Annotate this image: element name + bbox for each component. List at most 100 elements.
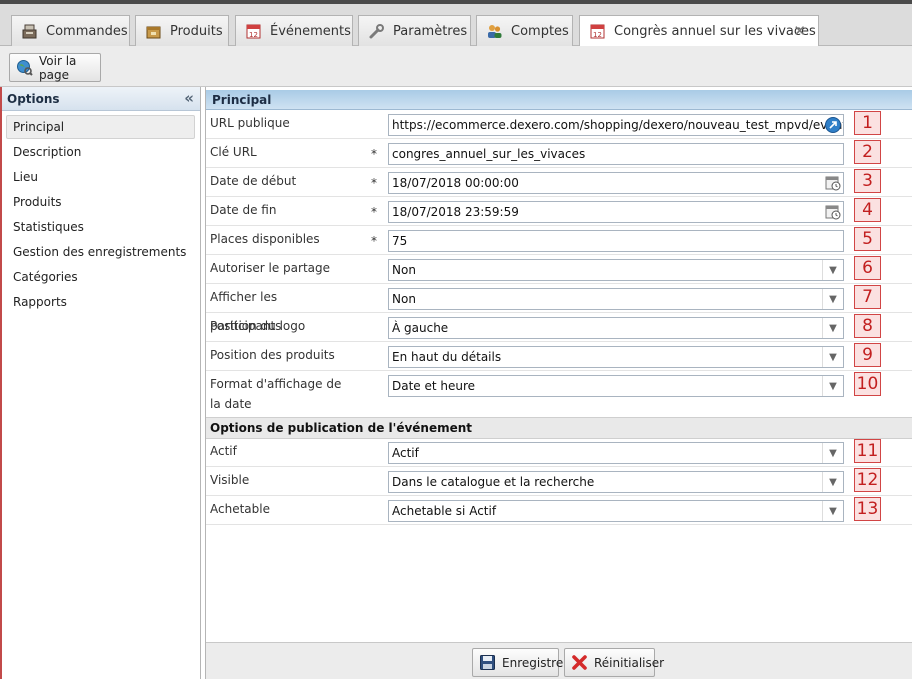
field-label: Date de fin: [210, 203, 277, 217]
format-date-select[interactable]: Date et heure ▼: [388, 375, 844, 397]
marker-number: 10: [854, 372, 881, 396]
marker-number: 7: [854, 285, 881, 309]
actif-select[interactable]: Actif ▼: [388, 442, 844, 464]
url-publique-field[interactable]: https://ecommerce.dexero.com/shopping/de…: [388, 114, 844, 136]
field-label: Autoriser le partage: [210, 261, 331, 275]
main-panel: Principal URL publique https://ecommerce…: [205, 87, 912, 679]
field-value: Achetable si Actif: [392, 504, 497, 518]
marker-number: 5: [854, 227, 881, 251]
sidebar-item-gestion-enregistrements[interactable]: Gestion des enregistrements: [2, 239, 200, 264]
section-publication-header: Options de publication de l'événement: [206, 417, 912, 439]
marker-number: 4: [854, 198, 881, 222]
field-value: Non: [392, 263, 416, 277]
chevron-down-icon[interactable]: ▼: [822, 318, 843, 338]
tab-commandes[interactable]: Commandes: [11, 15, 130, 46]
wrench-icon: [369, 23, 384, 38]
achetable-select[interactable]: Achetable si Actif ▼: [388, 500, 844, 522]
field-label: Position des produits: [210, 348, 335, 362]
calendar-icon: 12: [590, 24, 605, 39]
field-label: Position du logo: [210, 319, 306, 333]
field-row-actif: Actif Actif ▼ 11: [206, 438, 912, 467]
field-row-position-produits: Position des produits En haut du détails…: [206, 342, 912, 371]
field-row-autoriser-partage: Autoriser le partage Non ▼ 6: [206, 255, 912, 284]
tab-parametres[interactable]: Paramètres: [358, 15, 471, 46]
marker-number: 2: [854, 140, 881, 164]
field-label: Actif: [210, 444, 237, 458]
calendar-picker-icon[interactable]: [824, 174, 842, 192]
red-x-icon: [572, 655, 587, 670]
globe-icon: [17, 60, 33, 76]
sidebar-item-lieu[interactable]: Lieu: [2, 164, 200, 189]
go-link-icon[interactable]: [824, 116, 842, 134]
sidebar-item-produits[interactable]: Produits: [2, 189, 200, 214]
autoriser-partage-select[interactable]: Non ▼: [388, 259, 844, 281]
field-value: https://ecommerce.dexero.com/shopping/de…: [392, 118, 844, 132]
field-value: Actif: [392, 446, 419, 460]
toolbar: Voir la page: [0, 46, 912, 87]
calendar-picker-icon[interactable]: [824, 203, 842, 221]
field-label: URL publique: [210, 116, 290, 130]
sidebar-item-categories[interactable]: Catégories: [2, 264, 200, 289]
tab-produits[interactable]: Produits: [135, 15, 229, 46]
afficher-participants-select[interactable]: Non ▼: [388, 288, 844, 310]
box-icon: [146, 26, 161, 38]
tab-bar: Commandes Produits 12 Événements Paramèt…: [0, 4, 912, 47]
floppy-disk-icon: [480, 655, 495, 670]
view-page-button[interactable]: Voir la page: [9, 53, 101, 82]
required-marker: *: [371, 205, 377, 219]
sidebar-item-description[interactable]: Description: [2, 139, 200, 164]
tab-congres[interactable]: 12 Congrès annuel sur les vivaces ✕: [579, 15, 819, 47]
cle-url-input[interactable]: congres_annuel_sur_les_vivaces: [388, 143, 844, 165]
sidebar-item-principal[interactable]: Principal: [6, 115, 195, 139]
chevron-down-icon[interactable]: ▼: [822, 501, 843, 521]
field-value: 75: [392, 234, 408, 248]
chevron-down-icon[interactable]: ▼: [822, 443, 843, 463]
chevron-down-icon[interactable]: ▼: [822, 347, 843, 367]
date-debut-input[interactable]: 18/07/2018 00:00:00: [388, 172, 844, 194]
sidebar-item-rapports[interactable]: Rapports: [2, 289, 200, 314]
field-row-date-fin: Date de fin * 18/07/2018 23:59:59 4: [206, 197, 912, 226]
users-icon: [488, 24, 502, 38]
chevron-down-icon[interactable]: ▼: [822, 376, 843, 396]
tab-label: Commandes: [46, 23, 128, 39]
field-row-format-date: Format d'affichage de la date Date et he…: [206, 371, 912, 420]
marker-number: 11: [854, 439, 881, 463]
marker-number: 12: [854, 468, 881, 492]
reset-label: Réinitialiser: [594, 655, 665, 670]
chevron-down-icon[interactable]: ▼: [822, 260, 843, 280]
tab-label: Événements: [270, 23, 351, 39]
reset-button[interactable]: Réinitialiser: [564, 648, 664, 677]
tab-label: Paramètres: [393, 23, 468, 39]
save-label: Enregistrer: [502, 655, 569, 670]
field-row-position-logo: Position du logo À gauche ▼ 8: [206, 313, 912, 342]
tab-label: Produits: [170, 23, 223, 39]
marker-number: 3: [854, 169, 881, 193]
marker-number: 1: [854, 111, 881, 135]
field-row-places-disponibles: Places disponibles * 75 5: [206, 226, 912, 255]
position-produits-select[interactable]: En haut du détails ▼: [388, 346, 844, 368]
tab-comptes[interactable]: Comptes: [476, 15, 573, 46]
field-value: 18/07/2018 00:00:00: [392, 176, 519, 190]
position-logo-select[interactable]: À gauche ▼: [388, 317, 844, 339]
chevron-down-icon[interactable]: ▼: [822, 289, 843, 309]
date-fin-input[interactable]: 18/07/2018 23:59:59: [388, 201, 844, 223]
visible-select[interactable]: Dans le catalogue et la recherche ▼: [388, 471, 844, 493]
options-sidebar: Options « Principal Description Lieu Pro…: [0, 87, 201, 679]
collapse-icon[interactable]: «: [184, 89, 194, 107]
sidebar-header: Options «: [2, 87, 200, 111]
close-icon[interactable]: ✕: [793, 22, 806, 40]
save-button[interactable]: Enregistrer: [472, 648, 568, 677]
tab-evenements[interactable]: 12 Événements: [235, 15, 353, 46]
chevron-down-icon[interactable]: ▼: [822, 472, 843, 492]
tab-label: Congrès annuel sur les vivaces: [614, 24, 816, 39]
marker-number: 8: [854, 314, 881, 338]
sidebar-item-statistiques[interactable]: Statistiques: [2, 214, 200, 239]
marker-number: 9: [854, 343, 881, 367]
field-row-date-debut: Date de début * 18/07/2018 00:00:00 3: [206, 168, 912, 197]
places-disponibles-input[interactable]: 75: [388, 230, 844, 252]
field-value: Non: [392, 292, 416, 306]
form-footer: Enregistrer Réinitialiser: [206, 642, 912, 679]
field-value: congres_annuel_sur_les_vivaces: [392, 147, 586, 161]
marker-number: 6: [854, 256, 881, 280]
field-value: À gauche: [392, 321, 449, 335]
